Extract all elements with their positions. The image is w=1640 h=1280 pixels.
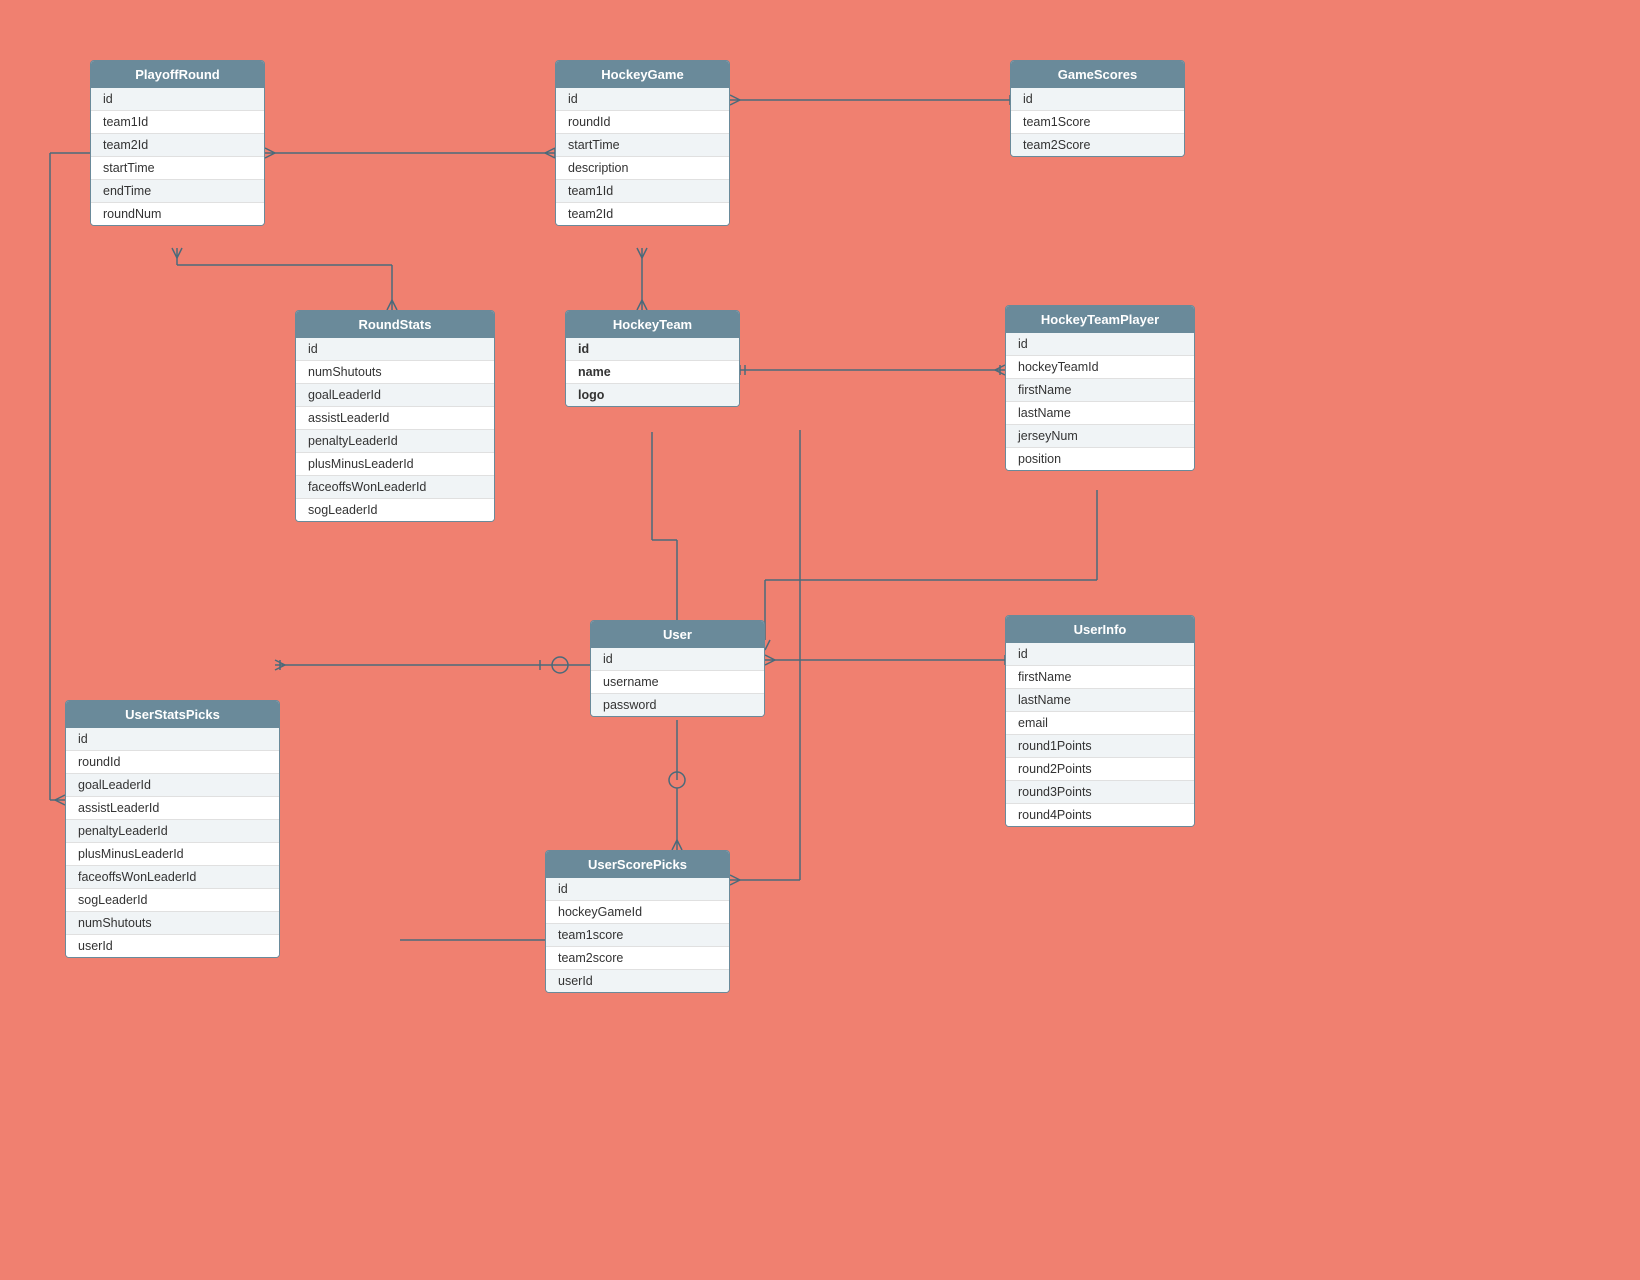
- field-htp-position: position: [1006, 448, 1194, 470]
- field-ui-email: email: [1006, 712, 1194, 735]
- entity-header-userscorepicks: UserScorePicks: [546, 851, 729, 878]
- entity-userstatspicks: UserStatsPicks id roundId goalLeaderId a…: [65, 700, 280, 958]
- field-htp-lastname: lastName: [1006, 402, 1194, 425]
- field-ui-round2points: round2Points: [1006, 758, 1194, 781]
- field-rs-penaltyleaderid: penaltyLeaderId: [296, 430, 494, 453]
- field-ht-id: id: [566, 338, 739, 361]
- field-u-password: password: [591, 694, 764, 716]
- field-usc-team1score: team1score: [546, 924, 729, 947]
- entity-gamescores: GameScores id team1Score team2Score: [1010, 60, 1185, 157]
- field-pr-id: id: [91, 88, 264, 111]
- field-rs-numshutouts: numShutouts: [296, 361, 494, 384]
- field-ui-lastname: lastName: [1006, 689, 1194, 712]
- entity-header-hockeygame: HockeyGame: [556, 61, 729, 88]
- field-usc-id: id: [546, 878, 729, 901]
- entity-header-roundstats: RoundStats: [296, 311, 494, 338]
- entity-userscorepicks: UserScorePicks id hockeyGameId team1scor…: [545, 850, 730, 993]
- field-htp-hockeyteamid: hockeyTeamId: [1006, 356, 1194, 379]
- field-ui-firstname: firstName: [1006, 666, 1194, 689]
- entity-hockeyteam: HockeyTeam id name logo: [565, 310, 740, 407]
- entity-header-playoffround: PlayoffRound: [91, 61, 264, 88]
- field-ui-round3points: round3Points: [1006, 781, 1194, 804]
- field-hg-team1id: team1Id: [556, 180, 729, 203]
- field-pr-team2id: team2Id: [91, 134, 264, 157]
- entity-header-hockeyteam: HockeyTeam: [566, 311, 739, 338]
- field-htp-jerseynum: jerseyNum: [1006, 425, 1194, 448]
- field-gs-team2score: team2Score: [1011, 134, 1184, 156]
- field-hg-roundid: roundId: [556, 111, 729, 134]
- field-rs-assistleaderid: assistLeaderId: [296, 407, 494, 430]
- field-ht-logo: logo: [566, 384, 739, 406]
- entity-header-hockeyteamplayer: HockeyTeamPlayer: [1006, 306, 1194, 333]
- field-pr-endtime: endTime: [91, 180, 264, 203]
- field-usp-assistleaderid: assistLeaderId: [66, 797, 279, 820]
- field-usp-goalleaderid: goalLeaderId: [66, 774, 279, 797]
- field-htp-firstname: firstName: [1006, 379, 1194, 402]
- field-usp-plusminusleaderid: plusMinusLeaderId: [66, 843, 279, 866]
- field-hg-description: description: [556, 157, 729, 180]
- diagram-canvas: PlayoffRound id team1Id team2Id startTim…: [0, 0, 1640, 1280]
- field-usp-roundid: roundId: [66, 751, 279, 774]
- entity-hockeyteamplayer: HockeyTeamPlayer id hockeyTeamId firstNa…: [1005, 305, 1195, 471]
- entity-hockeygame: HockeyGame id roundId startTime descript…: [555, 60, 730, 226]
- field-htp-id: id: [1006, 333, 1194, 356]
- field-hg-starttime: startTime: [556, 134, 729, 157]
- field-usp-faceoffswonleaderid: faceoffsWonLeaderId: [66, 866, 279, 889]
- field-rs-goalleaderid: goalLeaderId: [296, 384, 494, 407]
- field-usc-hockeygameid: hockeyGameId: [546, 901, 729, 924]
- field-usp-userid: userId: [66, 935, 279, 957]
- field-u-username: username: [591, 671, 764, 694]
- field-ui-id: id: [1006, 643, 1194, 666]
- field-usp-id: id: [66, 728, 279, 751]
- field-usp-numshutouts: numShutouts: [66, 912, 279, 935]
- field-ht-name: name: [566, 361, 739, 384]
- field-rs-id: id: [296, 338, 494, 361]
- entity-playoffround: PlayoffRound id team1Id team2Id startTim…: [90, 60, 265, 226]
- field-rs-sogleaderid: sogLeaderId: [296, 499, 494, 521]
- field-pr-roundnum: roundNum: [91, 203, 264, 225]
- field-usc-team2score: team2score: [546, 947, 729, 970]
- entity-header-userstatspicks: UserStatsPicks: [66, 701, 279, 728]
- field-ui-round4points: round4Points: [1006, 804, 1194, 826]
- field-ui-round1points: round1Points: [1006, 735, 1194, 758]
- field-gs-id: id: [1011, 88, 1184, 111]
- field-hg-team2id: team2Id: [556, 203, 729, 225]
- entity-user: User id username password: [590, 620, 765, 717]
- field-gs-team1score: team1Score: [1011, 111, 1184, 134]
- field-usp-sogleaderid: sogLeaderId: [66, 889, 279, 912]
- field-usc-userid: userId: [546, 970, 729, 992]
- entity-header-gamescores: GameScores: [1011, 61, 1184, 88]
- field-u-id: id: [591, 648, 764, 671]
- entity-userinfo: UserInfo id firstName lastName email rou…: [1005, 615, 1195, 827]
- field-pr-starttime: startTime: [91, 157, 264, 180]
- field-pr-team1id: team1Id: [91, 111, 264, 134]
- entity-roundstats: RoundStats id numShutouts goalLeaderId a…: [295, 310, 495, 522]
- entity-header-user: User: [591, 621, 764, 648]
- field-rs-plusminusleaderid: plusMinusLeaderId: [296, 453, 494, 476]
- field-usp-penaltyleaderid: penaltyLeaderId: [66, 820, 279, 843]
- entity-header-userinfo: UserInfo: [1006, 616, 1194, 643]
- field-rs-faceoffswonleaderid: faceoffsWonLeaderId: [296, 476, 494, 499]
- field-hg-id: id: [556, 88, 729, 111]
